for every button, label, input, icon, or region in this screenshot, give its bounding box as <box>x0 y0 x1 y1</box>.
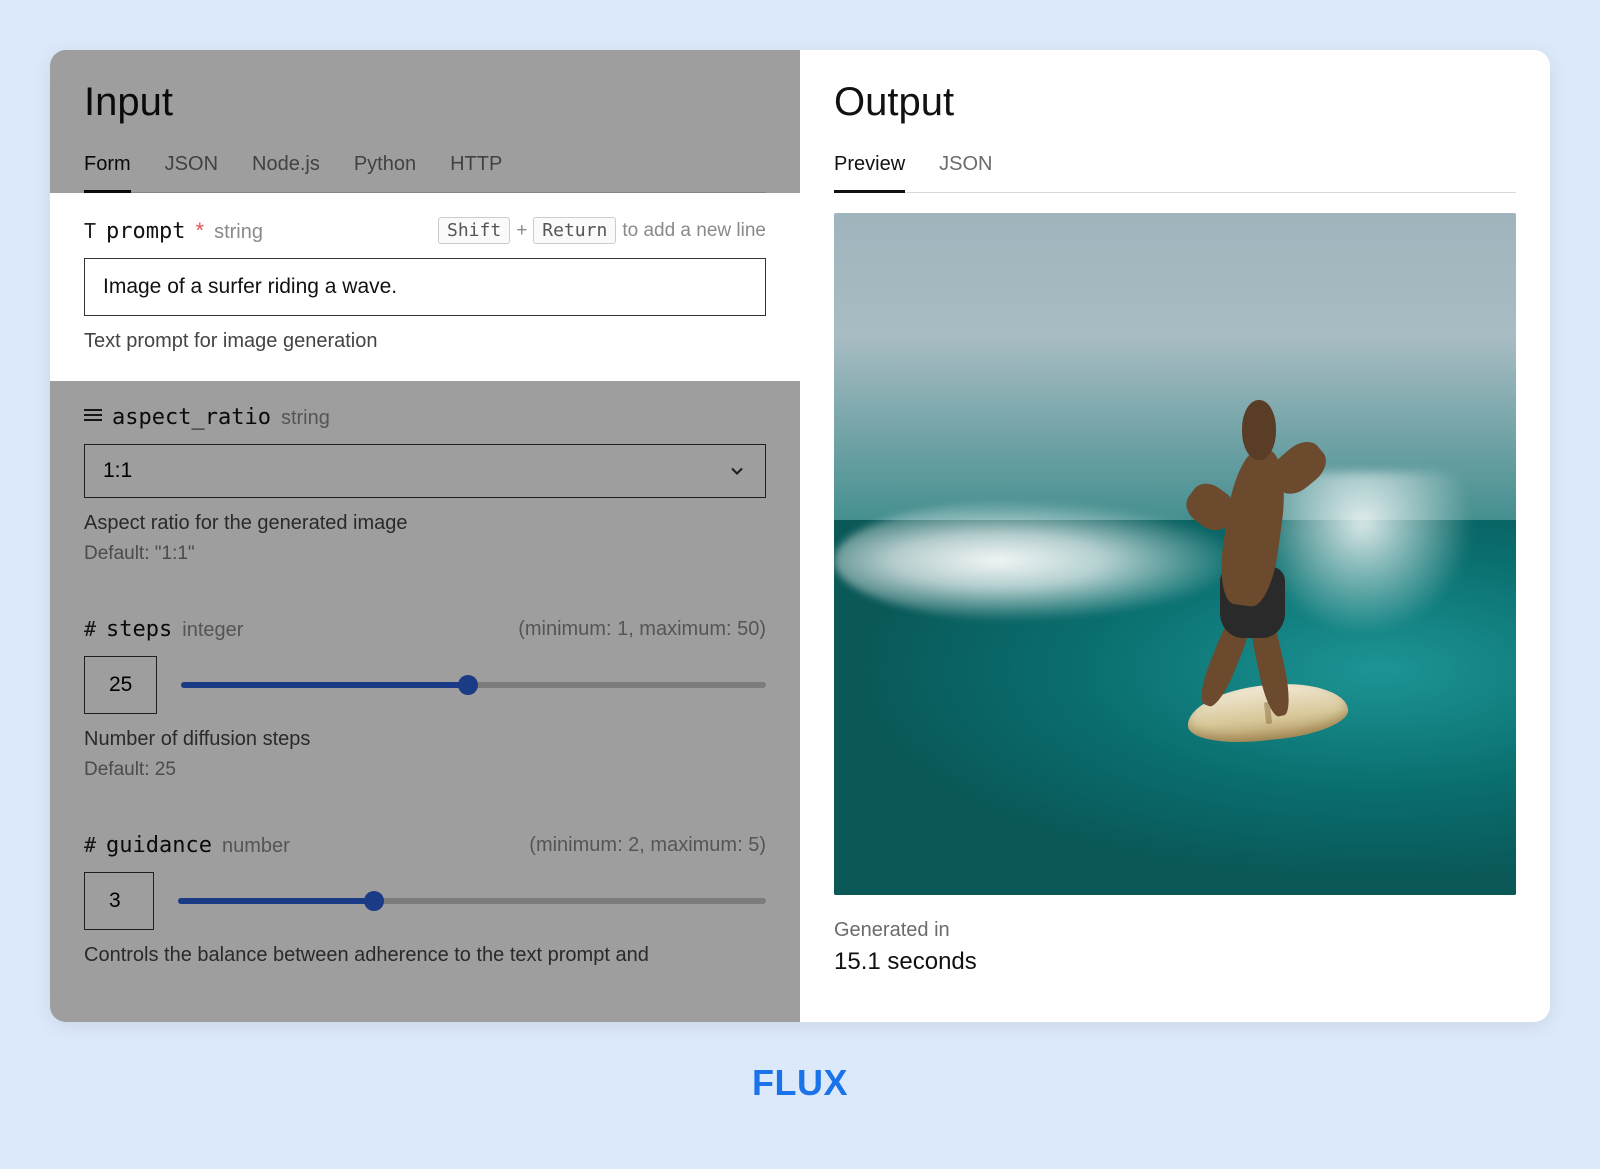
aspect-ratio-type: string <box>281 407 330 430</box>
tab-preview[interactable]: Preview <box>834 153 905 193</box>
guidance-desc: Controls the balance between adherence t… <box>84 944 766 967</box>
guidance-name: guidance <box>106 833 212 858</box>
output-body: Generated in 15.1 seconds <box>800 193 1550 996</box>
steps-slider-thumb[interactable] <box>458 675 478 695</box>
guidance-range: (minimum: 2, maximum: 5) <box>529 834 766 857</box>
steps-value-box[interactable]: 25 <box>84 656 157 714</box>
aspect-ratio-name: aspect_ratio <box>112 405 271 430</box>
aspect-ratio-select[interactable]: 1:1 <box>84 444 766 498</box>
aspect-ratio-value: 1:1 <box>103 459 132 483</box>
tab-http[interactable]: HTTP <box>450 153 502 193</box>
guidance-slider-thumb[interactable] <box>364 891 384 911</box>
tab-output-json[interactable]: JSON <box>939 153 992 193</box>
kbd-shift: Shift <box>438 217 510 244</box>
steps-slider[interactable] <box>181 682 766 688</box>
output-tabs: Preview JSON <box>834 153 1516 193</box>
text-type-icon: T <box>84 219 96 243</box>
guidance-value-box[interactable]: 3 <box>84 872 154 930</box>
guidance-slider[interactable] <box>178 898 766 904</box>
required-indicator: * <box>196 218 205 244</box>
prompt-name: prompt <box>106 219 185 244</box>
prompt-type: string <box>214 221 263 244</box>
number-type-icon: # <box>84 617 96 641</box>
prompt-field: T prompt * string Shift + Return to add a… <box>50 193 800 381</box>
steps-default: Default: 25 <box>84 759 766 781</box>
newline-hint: Shift + Return to add a new line <box>438 217 766 244</box>
generated-image[interactable] <box>834 213 1516 895</box>
guidance-type: number <box>222 835 290 858</box>
tab-python[interactable]: Python <box>354 153 416 193</box>
steps-field: # steps integer (minimum: 1, maximum: 50… <box>50 593 800 809</box>
tab-json[interactable]: JSON <box>165 153 218 193</box>
app-card: Input Form JSON Node.js Python HTTP T pr… <box>50 50 1550 1022</box>
tab-form[interactable]: Form <box>84 153 131 193</box>
input-panel: Input Form JSON Node.js Python HTTP T pr… <box>50 50 800 1022</box>
input-tabs: Form JSON Node.js Python HTTP <box>84 153 766 193</box>
prompt-header: T prompt * string Shift + Return to add a… <box>84 217 766 244</box>
brand-label: FLUX <box>752 1062 848 1104</box>
guidance-field: # guidance number (minimum: 2, maximum: … <box>50 809 800 995</box>
steps-range: (minimum: 1, maximum: 50) <box>518 618 766 641</box>
steps-name: steps <box>106 617 172 642</box>
steps-type: integer <box>182 619 243 642</box>
aspect-ratio-field: aspect_ratio string 1:1 Aspect ratio for… <box>50 381 800 593</box>
steps-desc: Number of diffusion steps <box>84 728 766 751</box>
input-header: Input Form JSON Node.js Python HTTP <box>50 50 800 193</box>
tab-nodejs[interactable]: Node.js <box>252 153 320 193</box>
generated-in-value: 15.1 seconds <box>834 948 1516 976</box>
list-type-icon <box>84 406 102 424</box>
output-title: Output <box>834 80 1516 125</box>
aspect-ratio-default: Default: "1:1" <box>84 543 766 565</box>
kbd-return: Return <box>533 217 616 244</box>
input-title: Input <box>84 80 766 125</box>
prompt-desc: Text prompt for image generation <box>84 330 766 353</box>
number-type-icon: # <box>84 833 96 857</box>
output-header: Output Preview JSON <box>800 50 1550 193</box>
generated-in-label: Generated in <box>834 919 1516 942</box>
prompt-input[interactable] <box>84 258 766 316</box>
output-panel: Output Preview JSON <box>800 50 1550 1022</box>
chevron-down-icon <box>727 461 747 481</box>
aspect-ratio-desc: Aspect ratio for the generated image <box>84 512 766 535</box>
